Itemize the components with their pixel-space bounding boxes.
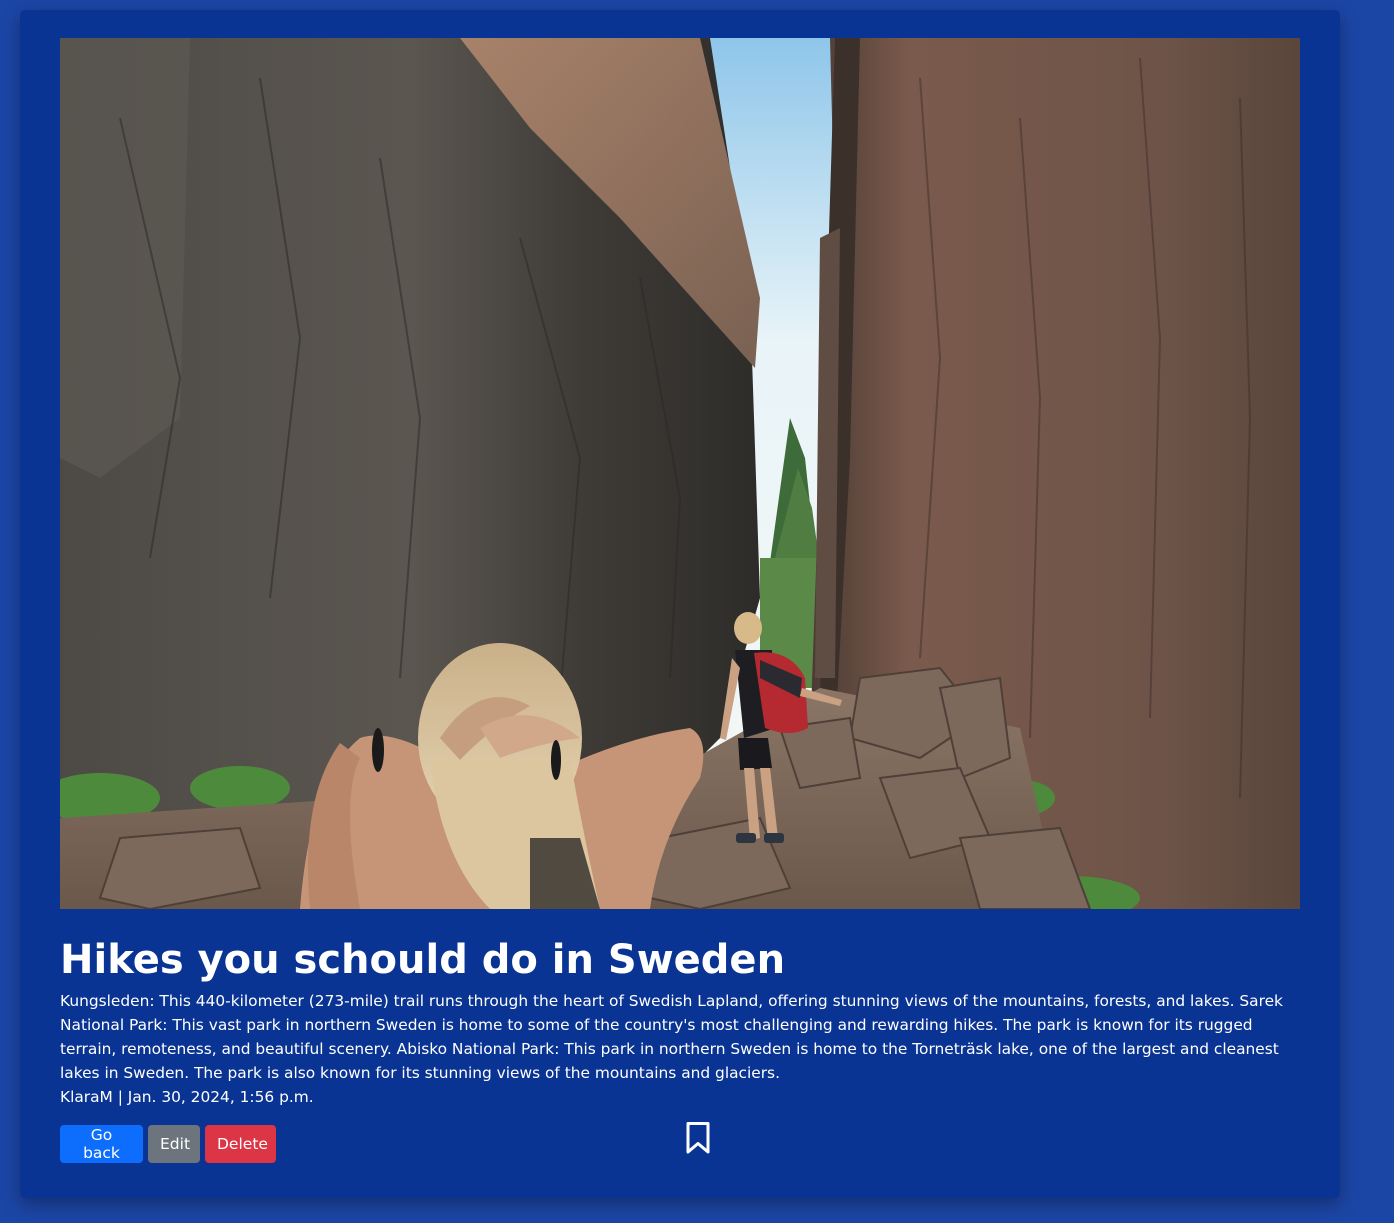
post-image bbox=[60, 38, 1300, 909]
post-meta: KlaraM | Jan. 30, 2024, 1:56 p.m. bbox=[60, 1088, 314, 1106]
edit-button[interactable]: Edit bbox=[148, 1125, 200, 1163]
go-back-button[interactable]: Go back bbox=[60, 1125, 143, 1163]
delete-button[interactable]: Delete bbox=[205, 1125, 276, 1163]
post-title: Hikes you schould do in Sweden bbox=[60, 937, 786, 983]
bookmark-icon[interactable] bbox=[685, 1121, 711, 1155]
post-card: Hikes you schould do in Sweden Kungslede… bbox=[20, 10, 1340, 1198]
post-body: Kungsleden: This 440-kilometer (273-mile… bbox=[60, 992, 1283, 1082]
canyon-photo-illustration bbox=[60, 38, 1300, 909]
bookmark-outline-icon bbox=[686, 1122, 710, 1154]
